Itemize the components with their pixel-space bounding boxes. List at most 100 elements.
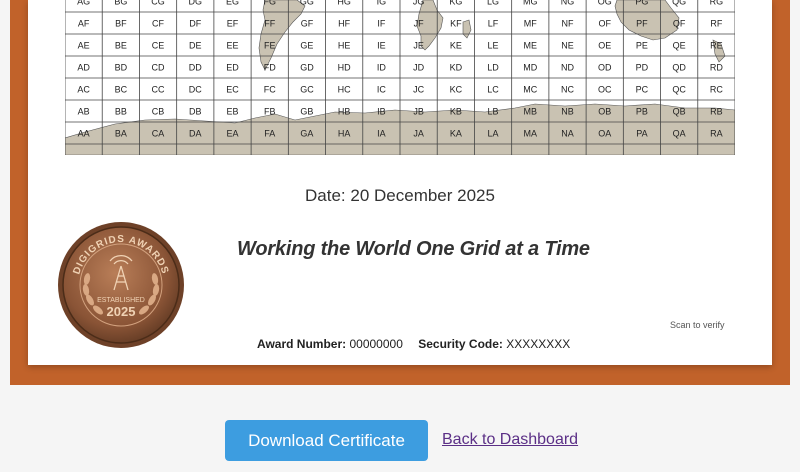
grid-square-label: GA	[300, 129, 313, 139]
grid-square-label: EC	[226, 85, 239, 95]
grid-square-label: JB	[413, 107, 424, 117]
grid-square-label: HF	[338, 19, 350, 29]
grid-square-label: FA	[264, 129, 275, 139]
grid-square-label: PG	[635, 0, 648, 7]
grid-square-label: KA	[450, 129, 462, 139]
grid-square-label: JF	[414, 19, 425, 29]
grid-square-label: QB	[673, 107, 686, 117]
grid-square-label: PA	[636, 129, 647, 139]
grid-square-label: BE	[115, 41, 127, 51]
grid-square-label: CC	[152, 85, 165, 95]
grid-square-label: MA	[524, 129, 538, 139]
grid-square-label: LF	[488, 19, 499, 29]
grid-square-label: DD	[189, 63, 202, 73]
grid-square-label: PB	[636, 107, 648, 117]
grid-square-label: KE	[450, 41, 462, 51]
grid-square-label: RG	[710, 0, 724, 7]
grid-square-label: ED	[226, 63, 239, 73]
grid-square-label: HG	[337, 0, 351, 7]
grid-square-label: QC	[672, 85, 686, 95]
grid-square-label: KF	[450, 19, 462, 29]
grid-square-label: ID	[377, 63, 387, 73]
grid-square-label: JA	[413, 129, 424, 139]
grid-square-label: MC	[523, 85, 537, 95]
grid-square-label: PD	[636, 63, 649, 73]
grid-square-label: AG	[77, 0, 90, 7]
grid-square-label: MG	[523, 0, 538, 7]
grid-square-label: OF	[598, 19, 611, 29]
grid-square-label: GE	[300, 41, 313, 51]
award-number-value: 00000000	[349, 337, 403, 351]
grid-square-label: EF	[227, 19, 239, 29]
grid-square-label: LB	[488, 107, 499, 117]
grid-square-label: FF	[264, 19, 275, 29]
grid-square-label: KG	[449, 0, 462, 7]
security-code-value: XXXXXXXX	[506, 337, 571, 351]
grid-square-label: HA	[338, 129, 351, 139]
grid-square-label: OB	[598, 107, 611, 117]
grid-square-label: EA	[226, 129, 238, 139]
grid-square-label: QD	[672, 63, 686, 73]
grid-square-label: RC	[710, 85, 723, 95]
grid-square-label: EE	[226, 41, 238, 51]
security-code-label: Security Code:	[418, 337, 503, 351]
grid-square-label: RD	[710, 63, 723, 73]
grid-square-label: GF	[301, 19, 314, 29]
grid-square-label: PC	[636, 85, 649, 95]
award-medal: DIGIGRIDS AWARDS ESTABLISHED 2025	[56, 220, 186, 350]
grid-square-label: AC	[77, 85, 90, 95]
grid-square-label: NG	[561, 0, 575, 7]
grid-square-label: OG	[598, 0, 612, 7]
grid-square-label: DE	[189, 41, 202, 51]
grid-map-svg: AG BG CG DG EG FG GG HG IG JG KG LG MG NG OG PG QG RG AF BF…	[65, 0, 735, 155]
grid-square-label: OA	[598, 129, 611, 139]
grid-square-label: NB	[561, 107, 574, 117]
grid-square-label: DA	[189, 129, 202, 139]
grid-square-label: DF	[189, 19, 201, 29]
grid-square-label: MB	[524, 107, 538, 117]
download-certificate-button[interactable]: Download Certificate	[225, 420, 428, 461]
grid-square-label: HE	[338, 41, 351, 51]
grid-square-label: NF	[562, 19, 574, 29]
grid-square-label: IC	[377, 85, 387, 95]
grid-square-label: OD	[598, 63, 612, 73]
grid-square-label: FE	[264, 41, 276, 51]
grid-square-label: NE	[561, 41, 574, 51]
grid-square-label: FB	[264, 107, 276, 117]
grid-square-label: BA	[115, 129, 127, 139]
back-to-dashboard-link[interactable]: Back to Dashboard	[442, 431, 578, 449]
grid-square-label: CA	[152, 129, 165, 139]
grid-square-label: BC	[115, 85, 128, 95]
grid-square-label: MD	[523, 63, 537, 73]
grid-square-label: LE	[488, 41, 499, 51]
grid-square-label: QG	[672, 0, 686, 7]
certificate-date: Date: 20 December 2025	[305, 186, 495, 205]
grid-map: AG BG CG DG EG FG GG HG IG JG KG LG MG NG OG PG QG RG AF BF…	[65, 0, 735, 155]
grid-square-label: BB	[115, 107, 127, 117]
award-number-label: Award Number:	[257, 337, 347, 351]
grid-square-label: HC	[338, 85, 351, 95]
grid-square-label: JE	[413, 41, 424, 51]
grid-square-label: FG	[263, 0, 276, 7]
grid-square-label: GD	[300, 63, 314, 73]
grid-square-label: PF	[636, 19, 648, 29]
grid-square-label: AD	[77, 63, 90, 73]
grid-square-label: IF	[377, 19, 386, 29]
grid-square-label: CB	[152, 107, 165, 117]
grid-square-label: CE	[152, 41, 165, 51]
grid-square-label: ND	[561, 63, 574, 73]
grid-square-label: QA	[673, 129, 686, 139]
grid-square-label: BG	[114, 0, 127, 7]
grid-square-label: QF	[673, 19, 686, 29]
madagascar-land	[462, 19, 472, 39]
grid-square-label: QE	[673, 41, 686, 51]
award-details: Award Number: 00000000 Security Code: XX…	[257, 337, 570, 351]
grid-square-label: RA	[710, 129, 723, 139]
south-america-land	[258, 0, 306, 71]
medal-year-text: 2025	[107, 304, 136, 319]
certificate-motto: Working the World One Grid at a Time	[237, 238, 590, 260]
grid-square-label: AA	[78, 129, 90, 139]
grid-square-label: AF	[78, 19, 90, 29]
grid-square-label: NA	[561, 129, 574, 139]
grid-square-label: DC	[189, 85, 202, 95]
